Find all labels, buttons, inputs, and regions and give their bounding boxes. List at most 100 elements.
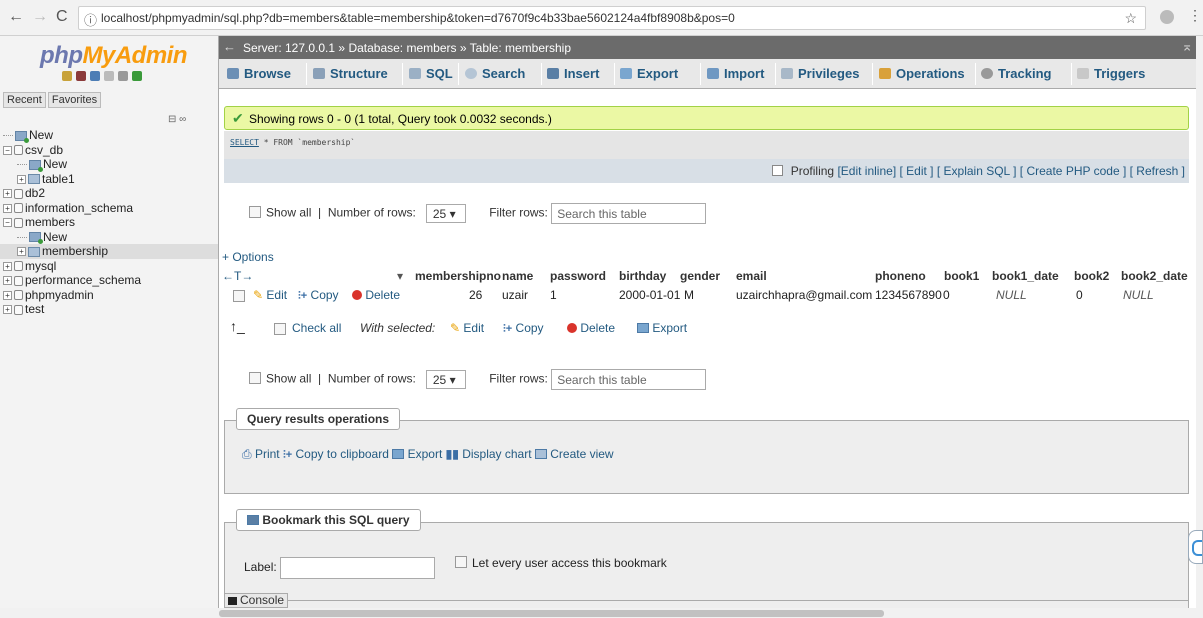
cell-phoneno[interactable]: 1234567890 — [875, 288, 942, 302]
cell-book2-date[interactable]: NULL — [1123, 288, 1154, 302]
expand-icon[interactable]: + — [3, 189, 12, 199]
breadcrumb-database[interactable]: Database: members — [348, 41, 456, 55]
tree-item[interactable]: + test — [0, 302, 218, 317]
cell-birthday[interactable]: 2000-01-01 — [619, 288, 680, 302]
cell-book2[interactable]: 0 — [1076, 288, 1083, 302]
col-name[interactable]: name — [502, 269, 533, 283]
tab-sql[interactable]: SQL — [409, 66, 453, 81]
sort-arrows[interactable]: ←T→ — [222, 269, 253, 283]
col-phoneno[interactable]: phoneno — [875, 269, 926, 283]
expand-icon[interactable]: − — [3, 218, 12, 228]
expand-icon[interactable]: + — [3, 203, 12, 213]
show-all-checkbox[interactable] — [249, 205, 261, 218]
info-icon[interactable]: ⓘ — [84, 10, 97, 29]
cell-gender[interactable]: M — [684, 288, 694, 302]
bookmark-star-icon[interactable]: ☆ — [1124, 10, 1137, 27]
cell-password[interactable]: 1 — [550, 288, 557, 302]
edit-link[interactable]: [ Edit ] — [900, 164, 934, 178]
bulk-edit-button[interactable]: ✎ Edit — [450, 321, 484, 335]
expand-icon[interactable]: − — [3, 145, 12, 155]
address-bar[interactable]: ⓘ localhost/phpmyadmin/sql.php?db=member… — [78, 6, 1146, 30]
row-delete-button[interactable]: Delete — [352, 288, 400, 302]
reload-nav-icon[interactable] — [132, 71, 142, 81]
export-link[interactable]: Export — [392, 447, 442, 461]
expand-icon[interactable]: + — [3, 305, 12, 315]
horizontal-scroll-thumb[interactable] — [219, 610, 884, 617]
extension-icon[interactable] — [1160, 10, 1174, 24]
vertical-scrollbar[interactable] — [1196, 36, 1203, 608]
tab-search[interactable]: Search — [465, 66, 525, 81]
row-checkbox[interactable] — [233, 290, 245, 302]
col-gender[interactable]: gender — [680, 269, 720, 283]
collapse-top-icon[interactable]: ⌅ — [1181, 38, 1193, 55]
tab-browse[interactable]: Browse — [227, 66, 291, 81]
back-arrow-icon[interactable]: ← — [8, 8, 24, 26]
tree-item[interactable]: + table1 — [0, 172, 218, 187]
num-rows-select[interactable]: 25 ▾ — [425, 204, 466, 223]
tab-operations[interactable]: Operations — [879, 66, 965, 81]
console-toggle[interactable]: Console — [224, 593, 288, 608]
col-membershipno[interactable]: membershipno — [415, 269, 501, 283]
tab-import[interactable]: Import — [707, 66, 764, 81]
tree-item[interactable]: − members — [0, 215, 218, 230]
tab-insert[interactable]: Insert — [547, 66, 599, 81]
display-chart-link[interactable]: ▮▮ Display chart — [446, 447, 532, 461]
num-rows-select[interactable]: 25 ▾ — [425, 370, 466, 389]
sql-keyword-link[interactable]: SELECT — [230, 138, 259, 147]
explain-sql-link[interactable]: [ Explain SQL ] — [937, 164, 1017, 178]
tab-export[interactable]: Export — [620, 66, 678, 81]
check-all-checkbox[interactable] — [274, 323, 286, 335]
tree-item[interactable]: + performance_schema — [0, 273, 218, 288]
tree-item[interactable]: New — [0, 128, 218, 143]
logout-icon[interactable] — [76, 71, 86, 81]
tree-item[interactable]: + membership — [0, 244, 218, 259]
bookmark-label-input[interactable] — [280, 557, 436, 579]
tree-item[interactable]: New — [0, 230, 218, 245]
expand-icon[interactable]: + — [3, 276, 12, 286]
create-view-link[interactable]: Create view — [534, 447, 614, 461]
side-extension-tab[interactable] — [1188, 530, 1203, 564]
print-link[interactable]: ⎙ Print — [242, 447, 280, 461]
options-link[interactable]: + Options — [222, 250, 274, 264]
expand-icon[interactable]: + — [17, 247, 26, 257]
row-edit-button[interactable]: ✎ Edit — [253, 288, 287, 302]
col-birthday[interactable]: birthday — [619, 269, 666, 283]
cell-email[interactable]: uzairchhapra@gmail.com — [736, 288, 872, 302]
docs-icon[interactable] — [104, 71, 114, 81]
filter-rows-input[interactable]: Search this table — [551, 369, 707, 390]
check-all-label[interactable]: Check all — [292, 321, 341, 335]
breadcrumb-server[interactable]: Server: 127.0.0.1 — [243, 41, 335, 55]
home-icon[interactable] — [62, 71, 72, 81]
help-icon[interactable] — [90, 71, 100, 81]
col-book1-date[interactable]: book1_date — [992, 269, 1059, 283]
col-email[interactable]: email — [736, 269, 767, 283]
copy-clipboard-link[interactable]: ⫶+ Copy to clipboard — [283, 447, 389, 461]
back-arrow-icon[interactable]: ← — [223, 39, 236, 54]
col-book1[interactable]: book1 — [944, 269, 979, 283]
profiling-checkbox[interactable] — [771, 165, 783, 176]
expand-icon[interactable]: + — [3, 290, 12, 300]
tree-item[interactable]: + phpmyadmin — [0, 288, 218, 303]
settings-gear-icon[interactable] — [118, 71, 128, 81]
cell-book1-date[interactable]: NULL — [996, 288, 1027, 302]
share-bookmark-checkbox[interactable] — [455, 556, 467, 568]
create-php-link[interactable]: [ Create PHP code ] — [1020, 164, 1127, 178]
collapse-link-icon[interactable]: ⊟ ∞ — [168, 114, 186, 125]
tree-item[interactable]: − csv_db — [0, 143, 218, 158]
reload-icon[interactable]: C — [56, 8, 68, 26]
bulk-delete-button[interactable]: Delete — [567, 321, 615, 335]
tab-recent[interactable]: Recent — [3, 92, 46, 108]
edit-inline-link[interactable]: [Edit inline] — [837, 164, 896, 178]
breadcrumb-table[interactable]: Table: membership — [470, 41, 571, 55]
cell-book1[interactable]: 0 — [943, 288, 950, 302]
browser-menu-icon[interactable]: ⋮ — [1188, 7, 1202, 24]
expand-icon[interactable]: + — [3, 261, 12, 271]
tree-item[interactable]: + information_schema — [0, 201, 218, 216]
sort-dropdown-icon[interactable]: ▾ — [397, 269, 403, 283]
refresh-link[interactable]: [ Refresh ] — [1130, 164, 1185, 178]
col-book2-date[interactable]: book2_date — [1121, 269, 1188, 283]
bulk-export-button[interactable]: Export — [637, 321, 687, 335]
tab-structure[interactable]: Structure — [313, 66, 388, 81]
expand-icon[interactable]: + — [17, 174, 26, 184]
col-password[interactable]: password — [550, 269, 606, 283]
